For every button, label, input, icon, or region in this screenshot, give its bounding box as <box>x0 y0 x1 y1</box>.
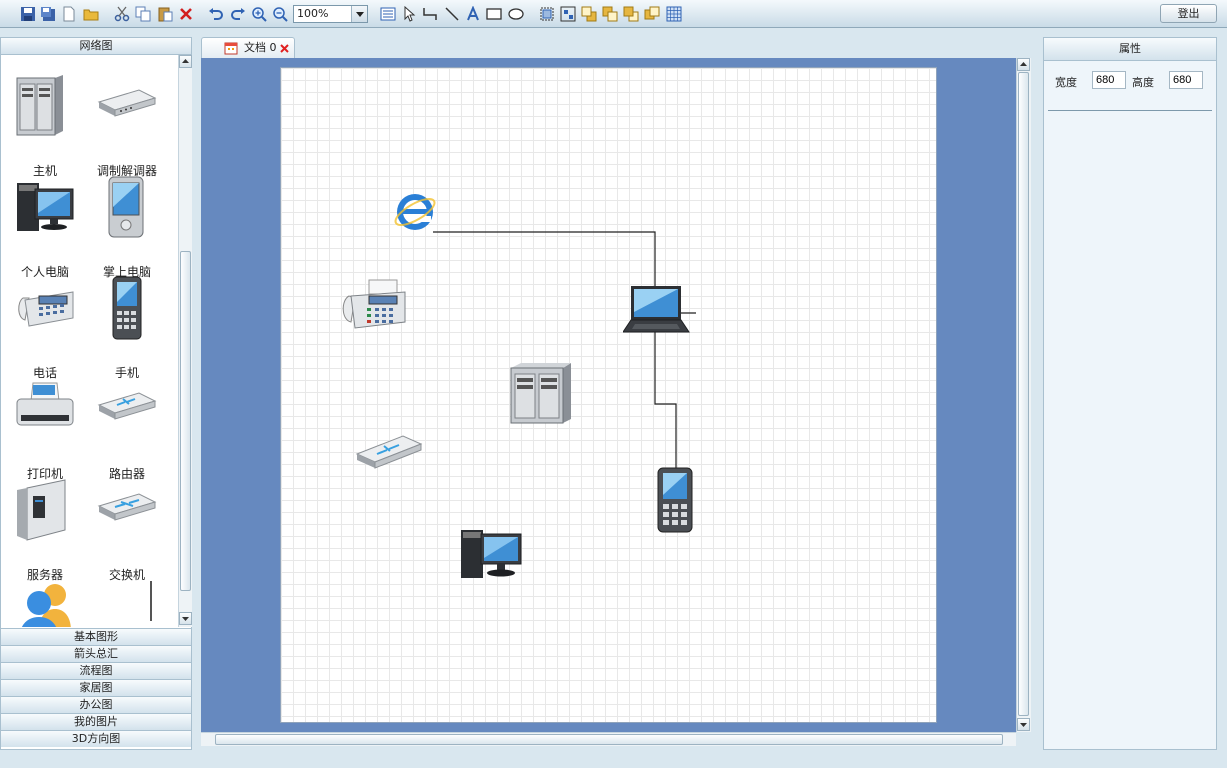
pda-icon <box>108 176 144 238</box>
host-icon <box>16 75 63 136</box>
rectangle-tool-icon[interactable] <box>485 5 503 23</box>
shape-palette-panel: 网络图 主机 调制解调器 个人电脑 掌上电脑 电话 手机 打印机 路由器 服务器… <box>0 37 192 750</box>
straight-connector-icon[interactable] <box>443 5 461 23</box>
scroll-thumb[interactable] <box>180 251 191 591</box>
category-arrows[interactable]: 箭头总汇 <box>1 645 191 662</box>
palette-item-pc[interactable]: 个人电脑 <box>4 175 86 279</box>
laptop-icon[interactable] <box>623 284 691 336</box>
scroll-thumb[interactable] <box>215 734 1003 745</box>
category-my-pictures[interactable]: 我的图片 <box>1 713 191 730</box>
internet-explorer-icon[interactable] <box>393 190 437 234</box>
palette-item-pda[interactable]: 掌上电脑 <box>86 175 168 279</box>
canvas-horizontal-scrollbar[interactable] <box>201 732 1016 746</box>
modem-icon <box>97 89 157 117</box>
palette-scrollbar[interactable] <box>178 55 192 627</box>
palette-item-router[interactable]: 路由器 <box>86 377 168 481</box>
main-toolbar: 100% 登出 <box>0 0 1227 28</box>
scroll-down-button[interactable] <box>1017 718 1030 731</box>
palette-header[interactable]: 网络图 <box>1 38 191 55</box>
mobile-phone-icon <box>112 276 142 340</box>
palette-item-users[interactable] <box>4 579 86 627</box>
width-label: 宽度 <box>1055 76 1077 89</box>
diagram-page[interactable] <box>280 67 937 723</box>
palette-item-printer[interactable]: 打印机 <box>4 377 86 481</box>
palette-item-wireless-router[interactable] <box>86 579 168 627</box>
telephone-icon <box>18 291 74 327</box>
router-icon <box>97 392 157 420</box>
canvas-area <box>201 58 1016 732</box>
ellipse-tool-icon[interactable] <box>507 5 525 23</box>
scroll-thumb[interactable] <box>1018 72 1029 716</box>
connector-line[interactable] <box>433 231 656 314</box>
save-as-icon[interactable] <box>39 5 57 23</box>
outline-icon[interactable] <box>379 5 397 23</box>
send-to-back-icon[interactable] <box>601 5 619 23</box>
router-icon[interactable] <box>355 428 425 470</box>
palette-item-server[interactable]: 服务器 <box>4 478 86 582</box>
copy-icon[interactable] <box>134 5 152 23</box>
bring-to-front-icon[interactable] <box>580 5 598 23</box>
delete-icon[interactable] <box>177 5 195 23</box>
category-flowchart[interactable]: 流程图 <box>1 662 191 679</box>
palette-item-modem[interactable]: 调制解调器 <box>86 74 168 178</box>
width-field[interactable] <box>1092 71 1126 89</box>
ungroup-icon[interactable] <box>559 5 577 23</box>
zoom-select[interactable]: 100% <box>293 5 368 23</box>
document-calendar-icon <box>224 42 238 55</box>
send-backward-icon[interactable] <box>643 5 661 23</box>
users-icon <box>21 584 71 627</box>
fax-icon[interactable] <box>341 278 409 334</box>
server-icon[interactable] <box>509 360 577 426</box>
open-folder-icon[interactable] <box>82 5 100 23</box>
scroll-up-button[interactable] <box>179 55 192 68</box>
mobile-phone-icon[interactable] <box>654 466 696 534</box>
grid-toggle-icon[interactable] <box>665 5 683 23</box>
pointer-icon[interactable] <box>400 5 418 23</box>
zoom-out-icon[interactable] <box>271 5 289 23</box>
cut-icon[interactable] <box>113 5 131 23</box>
text-tool-icon[interactable] <box>464 5 482 23</box>
zoom-in-icon[interactable] <box>250 5 268 23</box>
properties-panel: 属性 宽度 高度 <box>1043 37 1217 750</box>
category-home[interactable]: 家居图 <box>1 679 191 696</box>
palette-item-telephone[interactable]: 电话 <box>4 276 86 380</box>
printer-icon <box>16 382 74 426</box>
logout-button[interactable]: 登出 <box>1160 4 1217 23</box>
save-icon[interactable] <box>19 5 37 23</box>
height-label: 高度 <box>1132 76 1154 89</box>
palette-item-host[interactable]: 主机 <box>4 74 86 178</box>
redo-icon[interactable] <box>229 5 247 23</box>
connector-lines <box>433 231 696 468</box>
category-office[interactable]: 办公图 <box>1 696 191 713</box>
pc-icon[interactable] <box>459 520 527 582</box>
palette-item-switch[interactable]: 交换机 <box>86 478 168 582</box>
switch-icon <box>97 493 157 521</box>
wireless-router-icon <box>150 581 152 621</box>
height-field[interactable] <box>1169 71 1203 89</box>
pc-icon <box>17 183 74 231</box>
paste-icon[interactable] <box>156 5 174 23</box>
chevron-down-icon[interactable] <box>351 6 367 22</box>
palette-grid: 主机 调制解调器 个人电脑 掌上电脑 电话 手机 打印机 路由器 服务器 交换机 <box>1 55 179 627</box>
new-document-icon[interactable] <box>60 5 78 23</box>
scroll-down-button[interactable] <box>179 612 192 625</box>
tab-title: 文档 0 <box>244 41 277 54</box>
connector-line[interactable] <box>654 332 677 468</box>
scroll-up-button[interactable] <box>1017 58 1030 71</box>
undo-icon[interactable] <box>207 5 225 23</box>
properties-header: 属性 <box>1044 38 1216 61</box>
document-tab-bar: 文档 0 <box>201 37 1035 59</box>
canvas-vertical-scrollbar[interactable] <box>1016 58 1031 732</box>
server-icon <box>17 479 66 541</box>
elbow-connector-icon[interactable] <box>421 5 439 23</box>
zoom-value: 100% <box>297 7 329 20</box>
bring-forward-icon[interactable] <box>622 5 640 23</box>
close-tab-icon[interactable] <box>280 44 289 53</box>
category-basic-shapes[interactable]: 基本图形 <box>1 628 191 645</box>
tab-document-0[interactable]: 文档 0 <box>201 37 295 59</box>
palette-item-mobile-phone[interactable]: 手机 <box>86 276 168 380</box>
group-icon[interactable] <box>538 5 556 23</box>
properties-divider <box>1048 110 1212 111</box>
category-3d-directions[interactable]: 3D方向图 <box>1 730 191 747</box>
